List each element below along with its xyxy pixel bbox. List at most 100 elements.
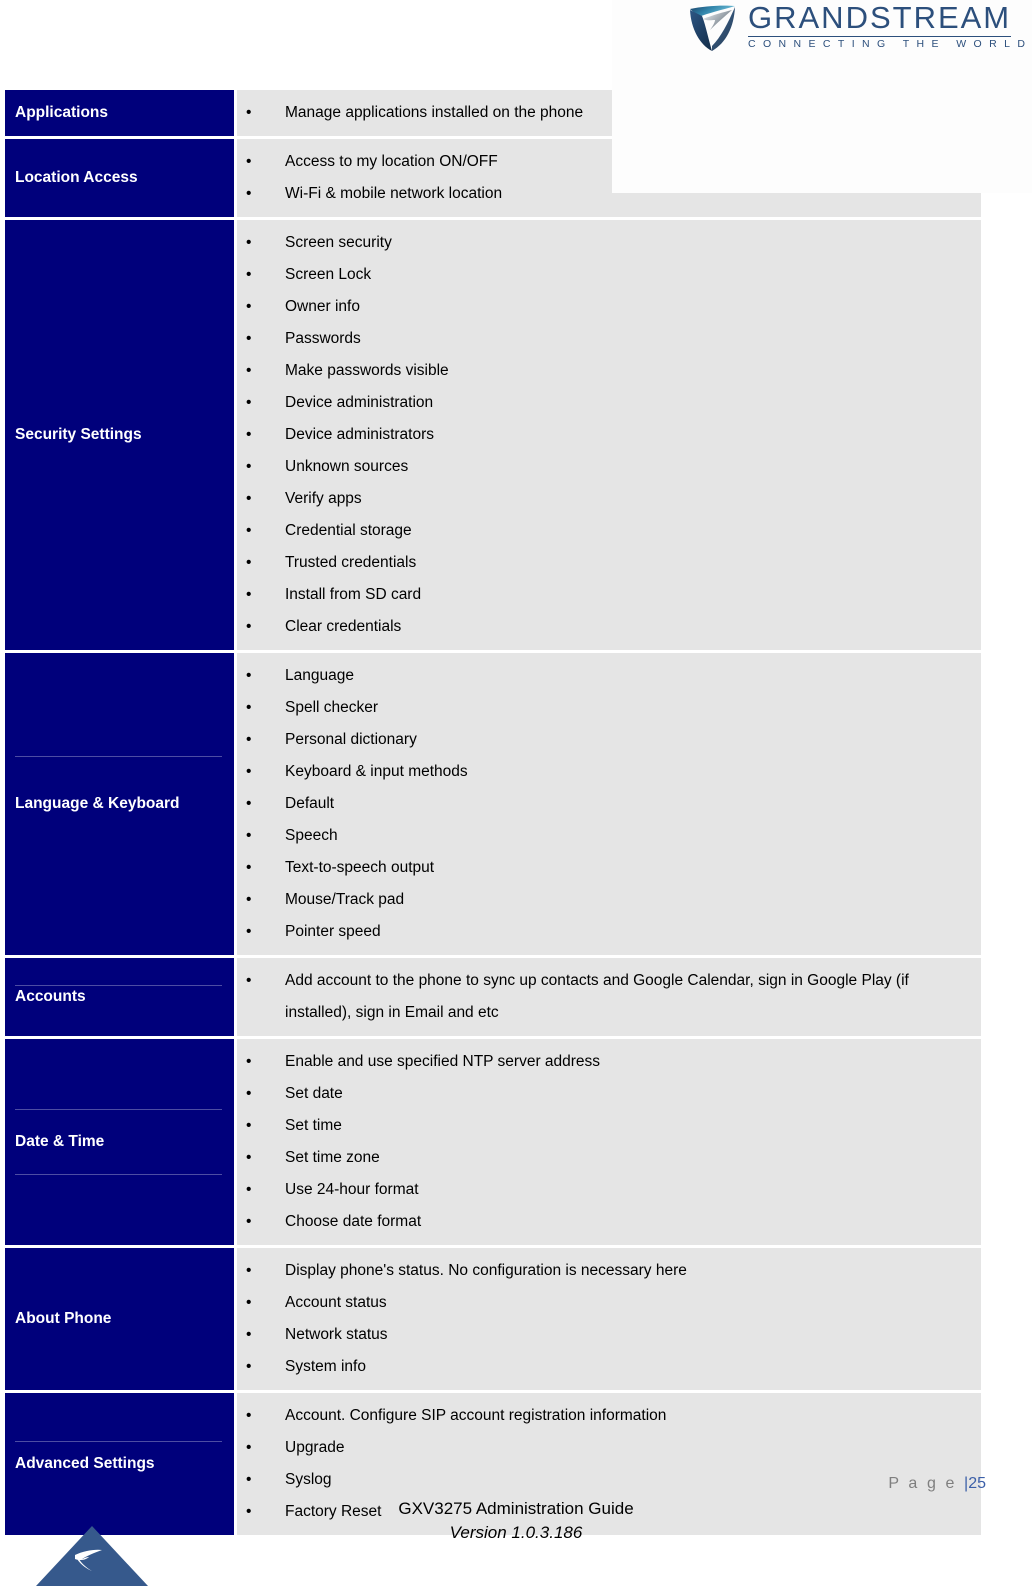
row-label-cell: About Phone: [5, 1248, 234, 1390]
row-description-cell: • Add account to the phone to sync up con…: [237, 958, 981, 1036]
list-item: • Device administration: [237, 387, 973, 419]
logo-wordmark: GRANDSTREAM: [748, 2, 1012, 37]
bullet-icon: •: [246, 1439, 252, 1456]
description-list: • Enable and use specified NTP server add…: [237, 1046, 973, 1238]
list-item-label: Set date: [285, 1085, 343, 1102]
bullet-icon: •: [246, 1085, 252, 1102]
bullet-icon: •: [246, 298, 252, 315]
list-item-label: Choose date format: [285, 1213, 422, 1230]
table-row: Date & Time • Enable and use specified NTP…: [5, 1039, 981, 1245]
row-label-text: Location Access: [15, 169, 138, 186]
row-label-text: Accounts: [15, 988, 86, 1005]
description-list: • Screen security • Screen Lock • Owner info •…: [237, 227, 973, 643]
list-item: • Speech: [237, 820, 973, 852]
page-number-value: |25: [964, 1475, 986, 1492]
row-description-cell: • Display phone's status. No configuratio…: [237, 1248, 981, 1390]
list-item-label: Trusted credentials: [285, 554, 417, 571]
list-item-label: Syslog: [285, 1471, 332, 1488]
grandstream-swoosh-icon: [688, 3, 740, 53]
guide-title: GXV3275 Administration Guide: [398, 1499, 634, 1518]
list-item: • Pointer speed: [237, 916, 973, 948]
logo-tagline: CONNECTING THE WORLD: [748, 38, 1032, 50]
bullet-icon: •: [246, 699, 252, 716]
list-item: • Upgrade: [237, 1432, 973, 1464]
bullet-icon: •: [246, 667, 252, 684]
row-label-text: Language & Keyboard: [15, 795, 180, 812]
bullet-icon: •: [246, 972, 252, 989]
list-item: • Verify apps: [237, 483, 973, 515]
list-item-label: Set time zone: [285, 1149, 380, 1166]
list-item-label: Verify apps: [285, 490, 362, 507]
bullet-icon: •: [246, 618, 252, 635]
bullet-icon: •: [246, 490, 252, 507]
bullet-icon: •: [246, 923, 252, 940]
description-list: • Add account to the phone to sync up con…: [237, 965, 973, 1029]
list-item: • Network status: [237, 1319, 973, 1351]
row-description-cell: • Screen security • Screen Lock • Owner info •…: [237, 220, 981, 650]
table-row: Security Settings • Screen security • Screen…: [5, 220, 981, 650]
bullet-icon: •: [246, 330, 252, 347]
list-item-label: Manage applications installed on the pho…: [285, 104, 584, 121]
list-item-label: Make passwords visible: [285, 362, 449, 379]
bullet-icon: •: [246, 362, 252, 379]
list-item: • Screen security: [237, 227, 973, 259]
bullet-icon: •: [246, 185, 252, 202]
row-label-cell: Date & Time: [5, 1039, 234, 1245]
list-item-label: Passwords: [285, 330, 361, 347]
bullet-icon: •: [246, 586, 252, 603]
bullet-icon: •: [246, 1358, 252, 1375]
bullet-icon: •: [246, 1407, 252, 1424]
label-divider-top: [15, 1441, 222, 1443]
list-item-label: Personal dictionary: [285, 731, 417, 748]
bullet-icon: •: [246, 1326, 252, 1343]
bullet-icon: •: [246, 1294, 252, 1311]
list-item-label: System info: [285, 1358, 366, 1375]
row-label-cell: Language & Keyboard: [5, 653, 234, 955]
list-item: • Keyboard & input methods: [237, 756, 973, 788]
list-item-label: Owner info: [285, 298, 360, 315]
list-item: • Mouse/Track pad: [237, 884, 973, 916]
footer-text-block: GXV3275 Administration Guide Version 1.0…: [0, 1497, 1032, 1545]
grandstream-triangle-icon: [31, 1521, 153, 1586]
row-label-cell: Location Access: [5, 139, 234, 217]
label-divider-top: [15, 1109, 222, 1111]
list-item-label: Set time: [285, 1117, 342, 1134]
list-item: • Enable and use specified NTP server add…: [237, 1046, 973, 1078]
list-item-label: Screen security: [285, 234, 392, 251]
list-item-label: Add account to the phone to sync up cont…: [285, 972, 909, 1021]
label-divider-bottom: [15, 1173, 222, 1175]
list-item-label: Default: [285, 795, 335, 812]
list-item-label: Speech: [285, 827, 338, 844]
page-number: P a g e |25: [888, 1475, 986, 1493]
list-item-label: Account status: [285, 1294, 387, 1311]
table-row: Language & Keyboard • Language • Spell check…: [5, 653, 981, 955]
list-item: • Set date: [237, 1078, 973, 1110]
list-item-label: Install from SD card: [285, 586, 422, 603]
list-item: • Make passwords visible: [237, 355, 973, 387]
list-item: • Use 24-hour format: [237, 1174, 973, 1206]
document-page: Applications • Manage applications install…: [0, 0, 1032, 1586]
list-item: • Install from SD card: [237, 579, 973, 611]
page-label: P a g e: [888, 1475, 965, 1492]
grandstream-header-logo: GRANDSTREAM CONNECTING THE WORLD: [688, 2, 1032, 54]
list-item-label: Account. Configure SIP account registrat…: [285, 1407, 667, 1424]
list-item: • Set time: [237, 1110, 973, 1142]
label-divider-top: [15, 984, 222, 986]
bullet-icon: •: [246, 891, 252, 908]
list-item-label: Enable and use specified NTP server addr…: [285, 1053, 601, 1070]
list-item: • Syslog: [237, 1464, 973, 1496]
row-label-cell: Security Settings: [5, 220, 234, 650]
bullet-icon: •: [246, 522, 252, 539]
row-label-text: About Phone: [15, 1310, 112, 1327]
bullet-icon: •: [246, 1213, 252, 1230]
row-label-text: Advanced Settings: [15, 1455, 155, 1472]
bullet-icon: •: [246, 795, 252, 812]
row-description-cell: • Enable and use specified NTP server add…: [237, 1039, 981, 1245]
list-item-label: Device administration: [285, 394, 434, 411]
bullet-icon: •: [246, 426, 252, 443]
bullet-icon: •: [246, 104, 252, 121]
bullet-icon: •: [246, 859, 252, 876]
list-item: • Clear credentials: [237, 611, 973, 643]
list-item-label: Use 24-hour format: [285, 1181, 419, 1198]
bullet-icon: •: [246, 1053, 252, 1070]
